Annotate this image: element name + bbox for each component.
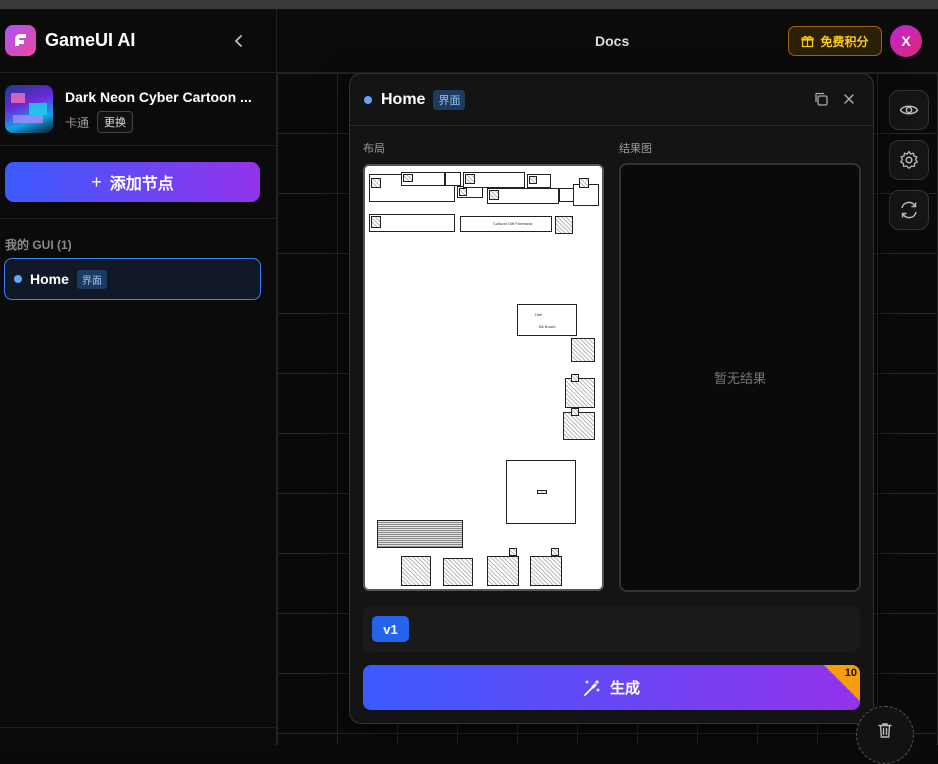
divider	[0, 218, 277, 219]
style-category: 卡通	[65, 115, 90, 130]
version-chip[interactable]: v1	[372, 616, 409, 642]
top-header: Docs 免费积分 X	[277, 9, 938, 73]
gui-list-item[interactable]: Home 界面	[4, 258, 261, 300]
window-top-strip	[0, 0, 938, 9]
canvas[interactable]: Docs 免费积分 X Home 界面 布局 结果图 Cultural Gift…	[277, 9, 938, 764]
eye-icon	[899, 105, 919, 115]
chevron-left-icon	[234, 35, 242, 47]
gear-icon	[900, 150, 918, 169]
add-node-button[interactable]: + 添加节点	[5, 162, 260, 202]
status-dot	[364, 95, 372, 104]
docs-link[interactable]: Docs	[595, 33, 629, 49]
gui-item-label: Home	[30, 271, 69, 287]
free-points-label: 免费积分	[820, 34, 869, 49]
change-style-button[interactable]: 更换	[97, 111, 134, 133]
free-points-button[interactable]: 免费积分	[788, 26, 882, 56]
trash-button[interactable]	[856, 706, 914, 764]
divider	[0, 727, 277, 728]
result-label: 结果图	[619, 143, 652, 155]
node-panel: Home 界面 布局 结果图 Cultural Gift Farmland Ha…	[349, 73, 874, 724]
gui-item-tag: 界面	[76, 269, 107, 289]
preview-button[interactable]	[889, 90, 929, 130]
version-bar: v1	[363, 606, 860, 652]
close-icon[interactable]	[841, 91, 857, 112]
empty-result-text: 暂无结果	[713, 371, 766, 386]
panel-tag: 界面	[433, 89, 466, 110]
gift-icon	[801, 35, 815, 47]
result-preview: 暂无结果	[619, 163, 861, 592]
sidebar: GameUI AI Dark Neon Cyber Cartoon ... 卡通…	[0, 9, 277, 745]
generate-button[interactable]: 生成 10	[363, 665, 860, 710]
layout-label: 布局	[363, 143, 385, 155]
app-logo-icon	[5, 25, 36, 56]
panel-header[interactable]: Home 界面	[350, 74, 873, 126]
wireframe-title-text: Cultural Gift Farmland	[493, 221, 533, 226]
trash-icon	[878, 723, 892, 738]
layout-wireframe[interactable]: Cultural Gift Farmland Hall Bit Board	[363, 164, 604, 591]
wireframe-popup-text: Hall	[535, 312, 542, 317]
wireframe-popup-text: Bit Board	[539, 324, 556, 329]
style-thumbnail[interactable]	[5, 85, 53, 133]
panel-title: Home	[381, 90, 426, 108]
refresh-icon	[901, 201, 917, 219]
status-dot	[14, 275, 22, 283]
style-title: Dark Neon Cyber Cartoon ...	[65, 89, 252, 105]
collapse-sidebar-button[interactable]	[227, 29, 251, 53]
app-name: GameUI AI	[45, 30, 136, 50]
brand: GameUI AI	[0, 9, 277, 73]
cost-value: 10	[844, 667, 857, 679]
style-meta: 卡通 更换	[65, 111, 134, 133]
magic-wand-icon	[584, 679, 600, 696]
generate-label: 生成	[609, 680, 640, 697]
copy-icon[interactable]	[813, 91, 829, 112]
settings-button[interactable]	[889, 140, 929, 180]
style-card: Dark Neon Cyber Cartoon ... 卡通 更换	[0, 73, 277, 146]
gui-list-heading: 我的 GUI (1)	[5, 238, 72, 252]
refresh-button[interactable]	[889, 190, 929, 230]
add-node-label: 添加节点	[109, 176, 174, 193]
avatar[interactable]: X	[890, 25, 922, 57]
plus-icon: +	[91, 171, 102, 192]
